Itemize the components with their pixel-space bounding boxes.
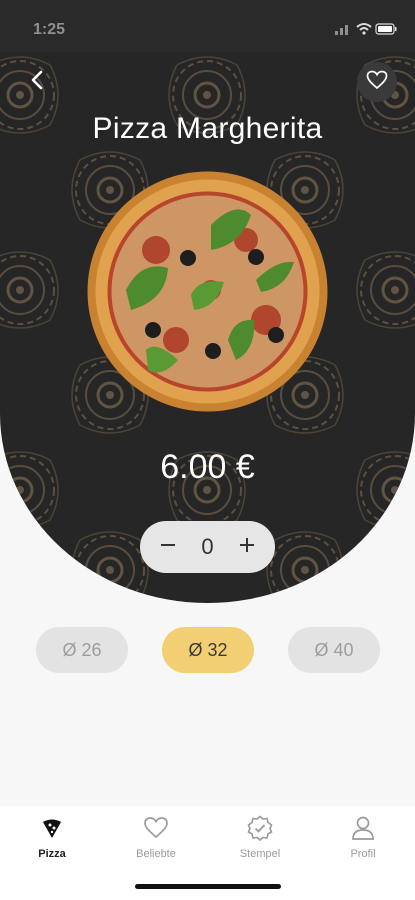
page-title: Pizza Margherita — [92, 112, 323, 145]
price-label: 6.00 € — [160, 448, 255, 486]
tab-label-stempel: Stempel — [239, 848, 281, 860]
increment-button[interactable] — [234, 534, 260, 560]
status-icons — [335, 22, 397, 41]
tab-label-beliebte: Beliebte — [136, 848, 176, 860]
back-button[interactable] — [18, 62, 58, 102]
tab-label-pizza: Pizza — [38, 848, 66, 860]
size-selector: Ø 26 Ø 32 Ø 40 — [0, 627, 415, 673]
decrement-button[interactable] — [155, 534, 181, 560]
chevron-left-icon — [27, 69, 49, 96]
plus-icon — [238, 536, 256, 559]
favorite-button[interactable] — [357, 62, 397, 102]
size-option-40[interactable]: Ø 40 — [288, 627, 380, 673]
status-time: 1:25 — [33, 21, 66, 38]
quantity-stepper: 0 — [140, 521, 275, 573]
tab-label-profil: Profil — [350, 848, 376, 860]
user-icon — [323, 814, 403, 842]
quantity-value: 0 — [201, 534, 214, 559]
tab-stempel[interactable]: Stempel — [220, 814, 300, 860]
tab-beliebte[interactable]: Beliebte — [116, 814, 196, 860]
pizza-image — [86, 170, 329, 418]
size-option-32[interactable]: Ø 32 — [162, 627, 254, 673]
status-bar: 1:25 — [0, 0, 415, 52]
minus-icon — [159, 536, 177, 559]
pizza-icon — [12, 814, 92, 842]
heart-icon — [116, 814, 196, 842]
badge-check-icon — [220, 814, 300, 842]
size-option-26[interactable]: Ø 26 — [36, 627, 128, 673]
tab-pizza[interactable]: Pizza — [12, 814, 92, 860]
home-indicator — [135, 884, 281, 889]
heart-icon — [366, 70, 388, 95]
tab-profil[interactable]: Profil — [323, 814, 403, 860]
